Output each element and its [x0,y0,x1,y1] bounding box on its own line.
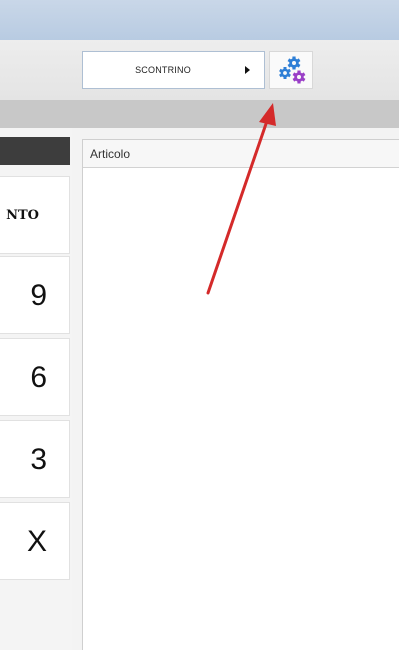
receipt-type-label: SCONTRINO [135,65,191,75]
keypad-key-text: 9 [30,279,47,312]
separator-band [0,100,399,128]
receipt-type-button[interactable]: SCONTRINO [82,51,265,89]
settings-button[interactable] [269,51,313,89]
keypad-key-text: X [26,525,47,558]
keypad-key-6[interactable]: 6 [0,338,70,416]
keypad-key-label[interactable]: NTO [0,176,70,254]
keypad-key-x[interactable]: X [0,502,70,580]
play-icon [245,66,250,74]
grid-header-row: Articolo [83,140,399,168]
items-grid[interactable]: Articolo [82,139,399,650]
gears-icon [279,56,306,84]
keypad-key-text: 6 [30,361,47,394]
keypad-key-9[interactable]: 9 [0,256,70,334]
keypad-key-text: NTO [6,208,39,223]
keypad-key-3[interactable]: 3 [0,420,70,498]
keypad-key-text: 3 [30,443,47,476]
column-header-articolo[interactable]: Articolo [90,140,130,168]
window-title-strip [0,0,399,40]
keypad-header [0,137,70,165]
